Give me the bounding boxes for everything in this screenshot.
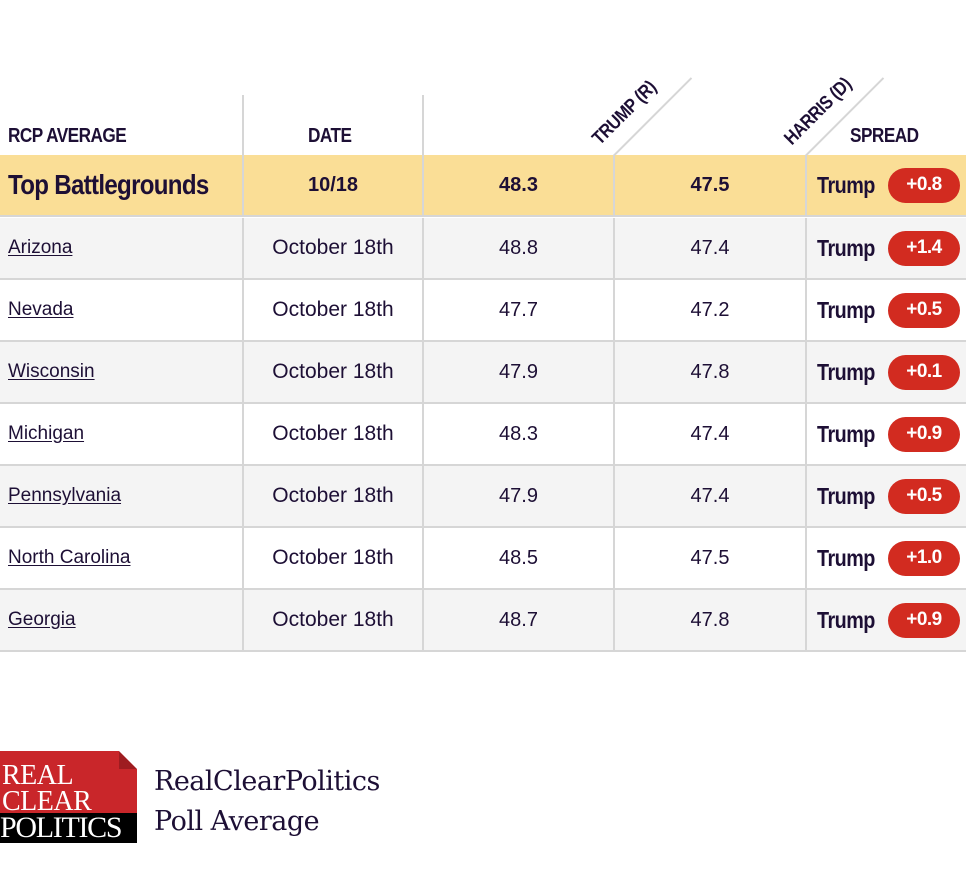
table-row: Georgia October 18th 48.7 47.8 Trump +0.9	[0, 590, 966, 652]
state-link[interactable]: Nevada	[8, 299, 74, 321]
trump-value: 47.9	[499, 484, 538, 507]
table-header: RCP AVERAGE DATE TRUMP (R) HARRIS (D) SP…	[0, 0, 966, 157]
trump-value: 48.5	[499, 546, 538, 569]
harris-value: 47.4	[690, 236, 730, 259]
spread-leader: Trump	[817, 296, 875, 323]
logo-page-fold-corner	[119, 751, 137, 769]
spread-badge: +0.1	[888, 354, 960, 390]
poll-date: October 18th	[272, 484, 394, 507]
header-rcp-average: RCP AVERAGE	[8, 125, 127, 147]
trump-value: 48.7	[499, 608, 538, 631]
summary-row: Top Battlegrounds 10/18 48.3 47.5 Trump …	[0, 155, 966, 217]
poll-date: October 18th	[272, 360, 394, 383]
table-row: Nevada October 18th 47.7 47.2 Trump +0.5	[0, 280, 966, 342]
header-date: DATE	[308, 125, 352, 147]
spread-leader: Trump	[817, 420, 875, 447]
spread-badge: +1.0	[888, 540, 960, 576]
summary-title: Top Battlegrounds	[8, 169, 209, 200]
spread-leader: Trump	[817, 606, 875, 633]
table-row: Wisconsin October 18th 47.9 47.8 Trump +0.1	[0, 342, 966, 404]
poll-date: October 18th	[272, 236, 394, 259]
spread-badge: +1.4	[888, 230, 960, 266]
table-row: North Carolina October 18th 48.5 47.5 Trump +…	[0, 528, 966, 590]
summary-harris-value: 47.5	[690, 173, 730, 196]
trump-value: 48.8	[499, 236, 538, 259]
state-link[interactable]: Pennsylvania	[8, 485, 121, 507]
header-trump: TRUMP (R)	[588, 77, 661, 150]
logo-text-politics: POLITICS	[0, 811, 123, 844]
harris-value: 47.8	[690, 608, 730, 631]
summary-trump-value: 48.3	[499, 173, 538, 196]
state-link[interactable]: North Carolina	[8, 547, 131, 569]
table-row: Michigan October 18th 48.3 47.4 Trump +0.9	[0, 404, 966, 466]
state-link[interactable]: Georgia	[8, 609, 76, 631]
spread-badge: +0.5	[888, 292, 960, 328]
header-divider	[242, 95, 244, 155]
summary-date: 10/18	[307, 173, 359, 196]
brand-name: RealClearPolitics	[154, 766, 380, 797]
spread-leader: Trump	[817, 544, 875, 571]
poll-date: October 18th	[272, 608, 394, 631]
spread-badge: +0.9	[888, 602, 960, 638]
header-spread: SPREAD	[850, 125, 919, 147]
harris-value: 47.4	[690, 484, 730, 507]
trump-value: 48.3	[499, 422, 538, 445]
spread-leader: Trump	[817, 234, 875, 261]
brand-subtitle: Poll Average	[154, 806, 320, 837]
state-link[interactable]: Arizona	[8, 237, 72, 259]
harris-value: 47.4	[690, 422, 730, 445]
state-link[interactable]: Wisconsin	[8, 361, 95, 383]
header-harris: HARRIS (D)	[780, 73, 856, 150]
spread-leader: Trump	[817, 482, 875, 509]
spread-badge: +0.9	[888, 416, 960, 452]
spread-badge: +0.5	[888, 478, 960, 514]
spread-badge: +0.8	[888, 167, 960, 203]
poll-date: October 18th	[272, 298, 394, 321]
poll-date: October 18th	[272, 422, 394, 445]
poll-date: October 18th	[272, 546, 394, 569]
table-row: Pennsylvania October 18th 47.9 47.4 Trump +0.…	[0, 466, 966, 528]
harris-value: 47.5	[690, 546, 730, 569]
harris-value: 47.8	[690, 360, 730, 383]
spread-leader: Trump	[817, 358, 875, 385]
trump-value: 47.9	[499, 360, 538, 383]
rcp-logo: REAL CLEAR POLITICS	[0, 751, 137, 843]
header-divider	[422, 95, 424, 155]
state-link[interactable]: Michigan	[8, 423, 84, 445]
harris-value: 47.2	[690, 298, 730, 321]
trump-value: 47.7	[499, 298, 538, 321]
summary-leader: Trump	[817, 171, 875, 198]
table-row: Arizona October 18th 48.8 47.4 Trump +1.4	[0, 218, 966, 280]
